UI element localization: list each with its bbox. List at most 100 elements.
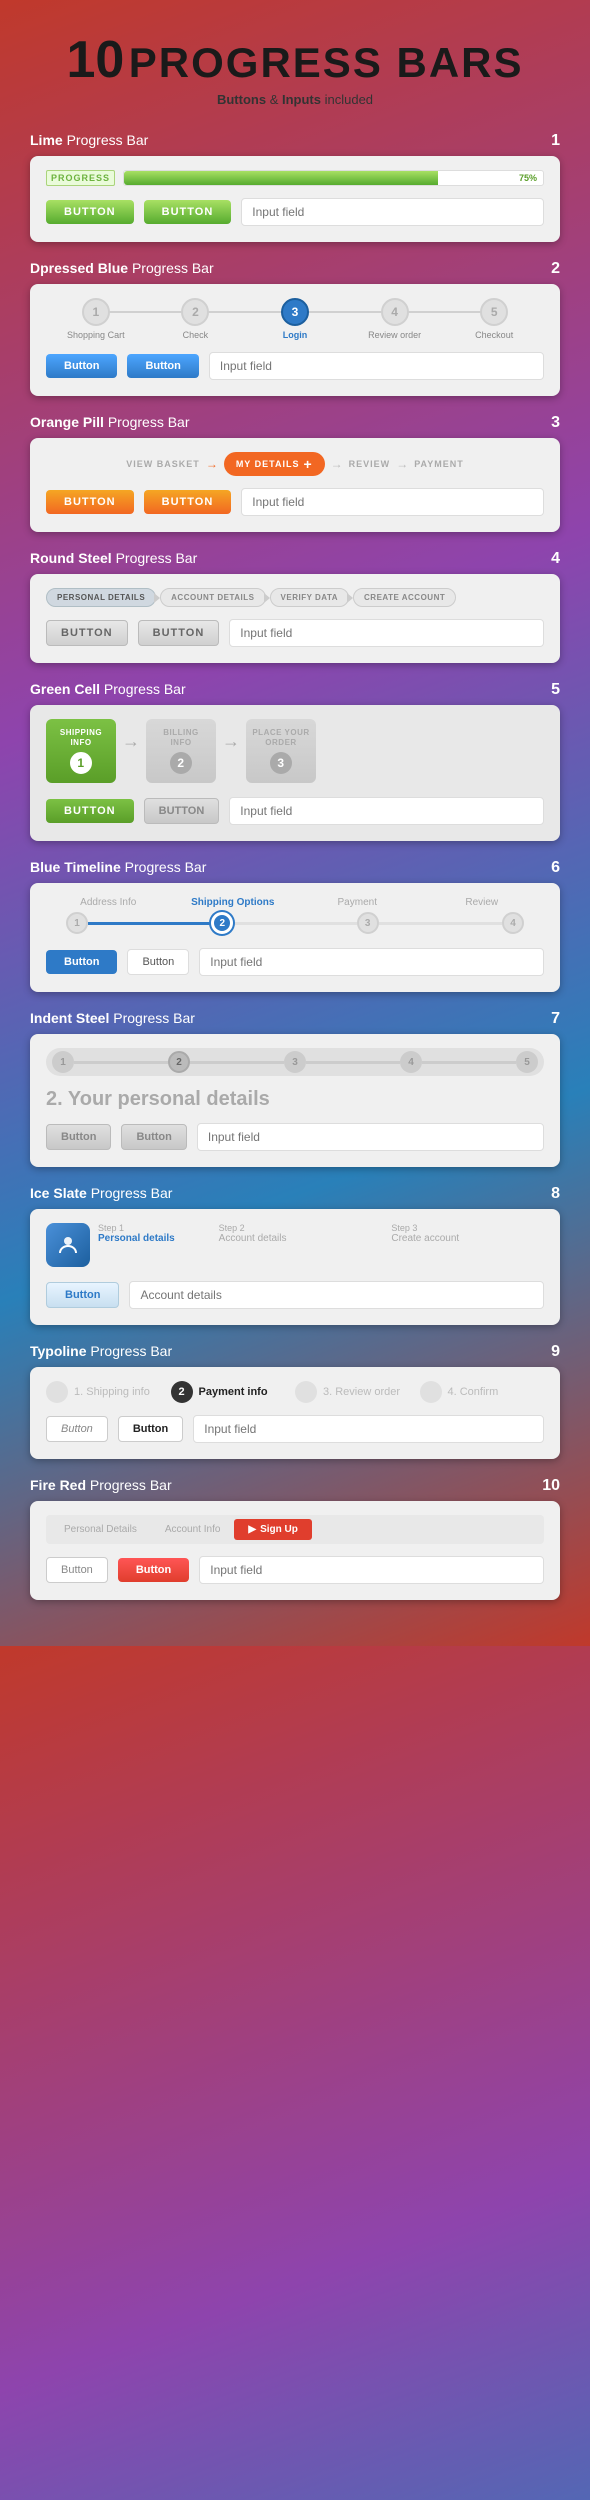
bar4-section-label: Round Steel Progress Bar 4 xyxy=(30,550,560,568)
subtitle-bold2: Inputs xyxy=(282,92,321,107)
bar5-btn-row: BUTTON BUTTON xyxy=(46,797,544,825)
bar5-arrow2: → xyxy=(222,731,240,752)
bar7-card: 1 2 3 4 5 2. Your personal details Butto… xyxy=(30,1034,560,1167)
bar9-style: Typoline xyxy=(30,1343,87,1359)
bar7-line2 xyxy=(190,1061,284,1064)
bar4-tab2[interactable]: ACCOUNT DETAILS xyxy=(160,588,265,607)
bar9-btn2[interactable]: Button xyxy=(118,1416,183,1442)
bar5-step3-box: PLACE YOURORDER 3 xyxy=(246,719,316,783)
bar6-tl-label2: Shipping Options xyxy=(171,897,296,908)
bar8-step2: Step 2 Account details xyxy=(219,1223,372,1244)
bar5-step1: SHIPPINGINFO 1 xyxy=(46,719,116,783)
bar1-section-label: Lime Progress Bar 1 xyxy=(30,132,560,150)
bar6-btn2[interactable]: Button xyxy=(127,949,189,975)
bar9-step1: 1. Shipping info xyxy=(46,1381,171,1403)
bar7-dot1: 1 xyxy=(52,1051,74,1073)
bar8-step3: Step 3 Create account xyxy=(391,1223,544,1244)
bar5-style: Green Cell xyxy=(30,681,100,697)
bar6-num: 6 xyxy=(551,859,560,877)
bar3-btn1[interactable]: BUTTON xyxy=(46,490,134,514)
bar5-btn1[interactable]: BUTTON xyxy=(46,799,134,823)
bar7-dot5: 5 xyxy=(516,1051,538,1073)
bar5-btn2[interactable]: BUTTON xyxy=(144,798,220,824)
bar4-num: 4 xyxy=(551,550,560,568)
bar4-input[interactable] xyxy=(229,619,544,647)
bar6-tl-dot4: 4 xyxy=(502,912,524,934)
bar2-step3-label: Login xyxy=(283,330,308,340)
bar2-step3-circle: 3 xyxy=(281,298,309,326)
bar9-step2-num: 2 xyxy=(171,1381,193,1403)
bar9-step4-num xyxy=(420,1381,442,1403)
bar9-input[interactable] xyxy=(193,1415,544,1443)
bar9-step2-label: Payment info xyxy=(199,1386,268,1398)
bar8-step1-text: Step 1 Personal details xyxy=(98,1223,175,1244)
bar6-btn1[interactable]: Button xyxy=(46,950,117,974)
bar5-card: SHIPPINGINFO 1 → BILLINGINFO 2 → PLACE Y… xyxy=(30,705,560,841)
bar4-tab1[interactable]: PERSONAL DETAILS xyxy=(46,588,156,607)
bar3-label: Progress Bar xyxy=(108,414,190,430)
bar5-num: 5 xyxy=(551,681,560,699)
bar7-btn1[interactable]: Button xyxy=(46,1124,111,1150)
bar8-step1-icon xyxy=(46,1223,90,1267)
bar3-input[interactable] xyxy=(241,488,544,516)
bar8-btn-row: Button xyxy=(46,1281,544,1309)
bar2-steps: 1 Shopping Cart 2 Check 3 Login 4 Review… xyxy=(46,298,544,340)
bar1-pct: 75% xyxy=(519,173,537,183)
bar2-step4-circle: 4 xyxy=(381,298,409,326)
bar8-btn1[interactable]: Button xyxy=(46,1282,119,1308)
bar4-style: Round Steel xyxy=(30,550,112,566)
bar8-label: Progress Bar xyxy=(91,1185,173,1201)
bar2-step2: 2 Check xyxy=(146,298,246,340)
fire-arrow-icon: ▶ xyxy=(248,1524,256,1535)
bar1-num: 1 xyxy=(551,132,560,150)
bar5-input[interactable] xyxy=(229,797,544,825)
bar6-input[interactable] xyxy=(199,948,544,976)
bar9-btn1[interactable]: Button xyxy=(46,1416,108,1442)
bar10-btn2[interactable]: Button xyxy=(118,1558,189,1582)
bar3-style: Orange Pill xyxy=(30,414,104,430)
bar2-input[interactable] xyxy=(209,352,544,380)
bar1-progress-container: PROGRESS 75% xyxy=(46,170,544,186)
bar1-style: Lime xyxy=(30,132,63,148)
person-icon xyxy=(56,1233,80,1257)
bar4-btn1[interactable]: BUTTON xyxy=(46,620,128,646)
bar5-step2-box: BILLINGINFO 2 xyxy=(146,719,216,783)
bar2-btn1[interactable]: Button xyxy=(46,354,117,378)
bar8-step3-num: Step 3 xyxy=(391,1223,459,1233)
bar2-btn2[interactable]: Button xyxy=(127,354,198,378)
bar9-steps: 1. Shipping info 2 Payment info 3. Revie… xyxy=(46,1381,544,1403)
bar10-tab2[interactable]: Account Info xyxy=(151,1519,235,1540)
bar7-label: Progress Bar xyxy=(113,1010,195,1026)
bar6-tl-dot2: 2 xyxy=(211,912,233,934)
bar2-step5-circle: 5 xyxy=(480,298,508,326)
bar7-line3 xyxy=(306,1061,400,1064)
bar4-tab4[interactable]: CREATE ACCOUNT xyxy=(353,588,456,607)
bar5-label: Progress Bar xyxy=(104,681,186,697)
bar10-input[interactable] xyxy=(199,1556,544,1584)
bar2-step2-circle: 2 xyxy=(181,298,209,326)
bar7-input[interactable] xyxy=(197,1123,544,1151)
bar4-tab3[interactable]: VERIFY DATA xyxy=(270,588,350,607)
page-title: 10 PROGRESS BARS Buttons & Inputs includ… xyxy=(30,30,560,107)
bar6-tl-line3 xyxy=(379,922,502,925)
bar4-label: Progress Bar xyxy=(116,550,198,566)
bar10-tab3[interactable]: ▶ Sign Up xyxy=(234,1519,311,1540)
bar10-tab1[interactable]: Personal Details xyxy=(50,1519,151,1540)
bar3-step4: PAYMENT xyxy=(414,455,464,473)
bar3-btn2[interactable]: BUTTON xyxy=(144,490,232,514)
bar8-input[interactable] xyxy=(129,1281,544,1309)
bar10-tabs: Personal Details Account Info ▶ Sign Up xyxy=(46,1515,544,1544)
bar1-input[interactable] xyxy=(241,198,544,226)
bar10-btn1[interactable]: Button xyxy=(46,1557,108,1583)
bar9-step3: 3. Review order xyxy=(295,1381,420,1403)
bar6-btn-row: Button Button xyxy=(46,948,544,976)
bar1-btn1[interactable]: BUTTON xyxy=(46,200,134,224)
bar9-card: 1. Shipping info 2 Payment info 3. Revie… xyxy=(30,1367,560,1459)
bar9-step4: 4. Confirm xyxy=(420,1381,545,1403)
bar2-step5-label: Checkout xyxy=(475,330,513,340)
bar7-btn2[interactable]: Button xyxy=(121,1124,186,1150)
bar4-btn2[interactable]: BUTTON xyxy=(138,620,220,646)
bar7-section-label: Indent Steel Progress Bar 7 xyxy=(30,1010,560,1028)
bar1-btn2[interactable]: BUTTON xyxy=(144,200,232,224)
bar3-step3: REVIEW xyxy=(349,455,391,473)
